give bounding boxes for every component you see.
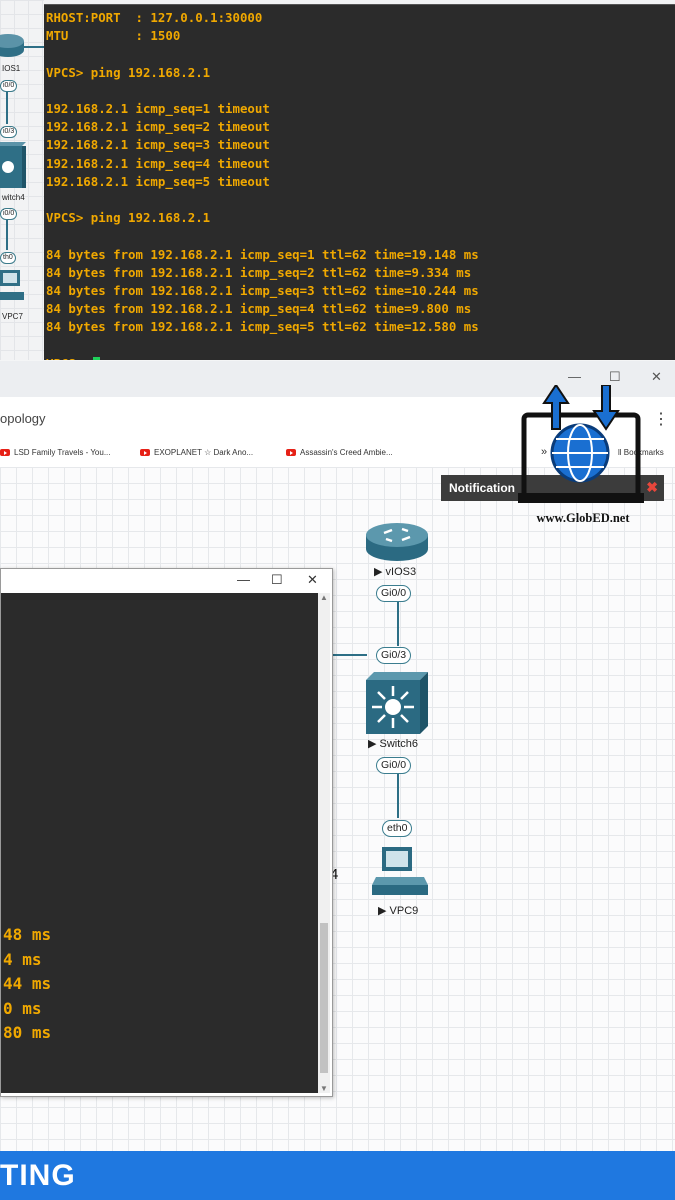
pc-label: VPC7 (2, 312, 23, 321)
port-label: eth0 (382, 820, 413, 837)
minimize-icon[interactable]: — (237, 572, 250, 587)
scrollbar[interactable]: ▲ ▼ (318, 593, 330, 1093)
maximize-icon[interactable]: ☐ (271, 572, 283, 588)
banner-text: TING (0, 1159, 76, 1192)
console-line: 192.168.2.1 icmp_seq=4 timeout (46, 155, 270, 171)
link-line (6, 92, 8, 124)
router-label: IOS1 (2, 64, 21, 73)
topology-canvas[interactable]: ▶ vIOS3 Gi0/0 Gi0/3 ▶ Switch6 Gi0/0 eth0… (0, 467, 675, 1151)
port-label: i0/3 (0, 126, 18, 138)
switch-icon[interactable] (0, 142, 26, 192)
pc-label: ▶ VPC9 (378, 905, 419, 917)
pc-icon[interactable] (368, 845, 432, 901)
console-window[interactable]: — ☐ ✕ 48 ms 4 ms 44 ms 0 ms 80 ms ▲ ▼ (0, 568, 333, 1097)
cursor-icon (92, 356, 100, 360)
console-line: 44 ms (3, 974, 52, 994)
console-title-bar: — ☐ ✕ (1, 569, 332, 593)
console-line: VPCS> ping 192.168.2.1 (46, 64, 211, 80)
link-line (397, 774, 399, 818)
console-line: MTU : 1500 (46, 28, 181, 44)
router-label: ▶ vIOS3 (374, 566, 417, 578)
console-line: RHOST:PORT : 127.0.0.1:30000 (46, 10, 263, 25)
close-icon[interactable]: ✖ (646, 479, 658, 496)
port-label: th0 (0, 252, 16, 264)
console-line: 84 bytes from 192.168.2.1 icmp_seq=4 ttl… (46, 301, 472, 317)
browser-window: — ☐ ✕ opology ⋮ LSD Family Travels - You… (0, 361, 675, 1151)
link-line (6, 220, 8, 250)
switch-label: ▶ Switch6 (368, 738, 419, 750)
close-icon[interactable]: ✕ (651, 369, 662, 385)
console-line: 4 ms (3, 949, 42, 969)
console-line: 192.168.2.1 icmp_seq=1 timeout (46, 101, 270, 117)
router-icon[interactable] (0, 30, 24, 60)
pc-icon[interactable] (0, 268, 26, 308)
bookmark-item[interactable]: LSD Family Travels - You... (0, 448, 110, 457)
bookmark-label: LSD Family Travels - You... (14, 448, 111, 457)
scroll-down-icon[interactable]: ▼ (320, 1084, 328, 1093)
console-line: 84 bytes from 192.168.2.1 icmp_seq=1 ttl… (46, 246, 479, 262)
bottom-banner: TING (0, 1151, 675, 1200)
switch-label: witch4 (2, 193, 25, 202)
notification-title: Notification (449, 481, 515, 495)
console-line: 192.168.2.1 icmp_seq=5 timeout (46, 173, 270, 189)
menu-icon[interactable]: ⋮ (653, 409, 669, 429)
console-line: 0 ms (3, 998, 42, 1018)
console-body[interactable]: 48 ms 4 ms 44 ms 0 ms 80 ms (1, 593, 318, 1093)
vpcs-console[interactable]: RHOST:PORT : 127.0.0.1:30000 MTU : 1500 V… (44, 4, 675, 360)
port-label: Gi0/0 (376, 585, 412, 602)
maximize-icon[interactable]: ☐ (609, 369, 621, 385)
console-output: 48 ms 4 ms 44 ms 0 ms 80 ms (3, 923, 51, 1046)
link-line (331, 654, 367, 656)
page-title: opology (0, 411, 46, 426)
port-label: i0/0 (0, 208, 18, 220)
close-icon[interactable]: ✕ (307, 572, 318, 588)
port-label: i0/0 (0, 80, 18, 92)
console-line: 48 ms (3, 925, 52, 944)
youtube-icon (140, 449, 150, 456)
console-line: 84 bytes from 192.168.2.1 icmp_seq=3 ttl… (46, 283, 479, 299)
router-icon[interactable] (364, 519, 430, 563)
bookmark-item[interactable]: EXOPLANET ☆ Dark Ano... (140, 448, 253, 457)
port-label: Gi0/3 (376, 647, 412, 664)
minimize-icon[interactable]: — (568, 369, 581, 384)
logo-text: www.GlobED.net (536, 511, 630, 525)
bookmark-item[interactable]: Assassin's Creed Ambie... (286, 448, 393, 457)
console-line: 192.168.2.1 icmp_seq=2 timeout (46, 119, 270, 135)
console-line: VPCS> (46, 355, 479, 360)
globed-logo: www.GlobED.net (518, 383, 644, 525)
console-line: 84 bytes from 192.168.2.1 icmp_seq=5 ttl… (46, 319, 479, 335)
console-line: 192.168.2.1 icmp_seq=3 timeout (46, 137, 270, 153)
bookmark-label: EXOPLANET ☆ Dark Ano... (154, 448, 254, 457)
console-output: RHOST:PORT : 127.0.0.1:30000 MTU : 1500 V… (46, 9, 479, 360)
top-gns3-window: IOS1 i0/0 i0/3 witch4 i0/0 th0 VPC7 RHOS… (0, 0, 675, 360)
scroll-up-icon[interactable]: ▲ (320, 593, 328, 602)
console-line: 80 ms (3, 1023, 52, 1043)
console-line: 84 bytes from 192.168.2.1 icmp_seq=2 ttl… (46, 264, 472, 280)
scrollbar-thumb[interactable] (320, 923, 328, 1073)
console-line: VPCS> ping 192.168.2.1 (46, 210, 211, 226)
youtube-icon (0, 449, 10, 456)
switch-icon[interactable] (364, 672, 430, 734)
link-line (24, 46, 44, 48)
bookmark-label: Assassin's Creed Ambie... (300, 448, 393, 457)
link-line (397, 602, 399, 646)
youtube-icon (286, 449, 296, 456)
globe-upload-icon (518, 383, 644, 503)
port-label: Gi0/0 (376, 757, 412, 774)
